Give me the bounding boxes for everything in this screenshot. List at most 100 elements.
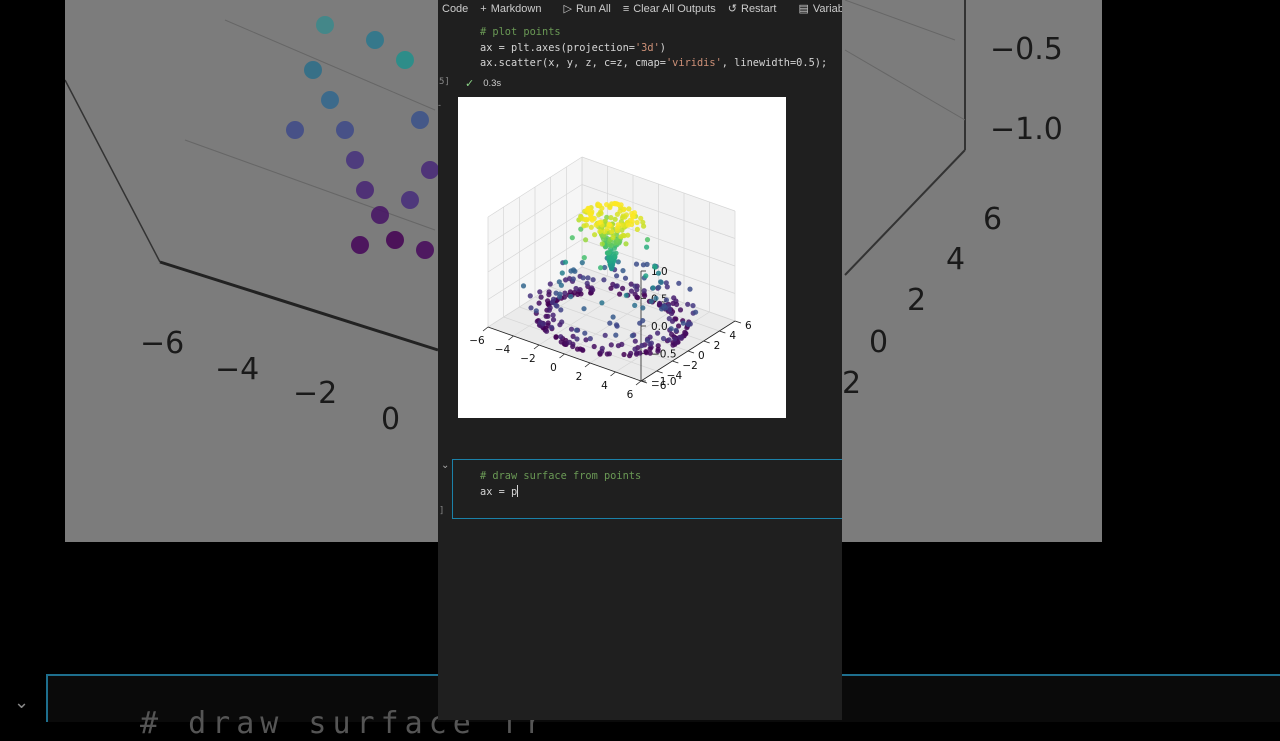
x-tick-label: −4: [495, 344, 511, 356]
scatter-point: [520, 283, 527, 289]
y-tick: [687, 350, 695, 354]
checkmark-icon: ✓: [465, 78, 475, 90]
scatter-point: [568, 268, 574, 274]
scatter-point: [629, 333, 635, 339]
scatter-point: [608, 215, 614, 221]
variables-button[interactable]: ▤ Variab: [798, 2, 842, 16]
scatter-point: [614, 273, 620, 279]
scatter-point: [557, 294, 563, 300]
scatter-point: [673, 327, 679, 333]
scatter-point: [593, 222, 599, 228]
cell-2-source[interactable]: # draw surface from points ax = p: [480, 469, 641, 500]
add-markdown-button[interactable]: + Markdown: [480, 3, 541, 15]
z-tick-label: −1.0: [651, 376, 677, 388]
scatter-point: [643, 273, 649, 279]
scatter-point: [554, 303, 560, 309]
scatter-point: [533, 308, 539, 314]
scatter-point: [613, 332, 619, 338]
scatter-point: [546, 292, 552, 298]
scatter-point: [614, 323, 620, 329]
scatter-point: [672, 336, 678, 342]
scatter-point: [676, 323, 682, 329]
scatter-point: [680, 320, 686, 326]
y-tick-label: 0: [698, 350, 705, 362]
scatter-point: [653, 295, 659, 301]
scatter-point: [597, 228, 603, 235]
scatter-point: [657, 300, 663, 306]
scatter-point: [634, 219, 640, 226]
scatter-point: [602, 332, 608, 338]
code-button[interactable]: Code: [442, 3, 468, 15]
cell-2-editor[interactable]: # draw surface from points ax = p: [452, 459, 842, 519]
scatter-point: [623, 241, 629, 247]
scatter-point: [670, 342, 676, 348]
scatter-point: [562, 259, 569, 265]
scatter-point: [660, 335, 667, 342]
scatter-point: [633, 261, 640, 267]
restart-button[interactable]: ↺ Restart: [728, 2, 777, 16]
scatter-point: [634, 226, 640, 232]
chevron-down-icon[interactable]: ⌄: [441, 460, 449, 471]
scatter-point: [596, 212, 602, 218]
scatter-point: [537, 289, 543, 295]
scatter-point: [559, 270, 565, 276]
scatter-point: [585, 275, 591, 281]
x-tick-label: −2: [520, 353, 535, 365]
scatter-point: [550, 312, 556, 318]
scatter-point: [546, 307, 552, 313]
x-tick: [610, 371, 616, 377]
scatter-point: [618, 234, 624, 240]
scatter-point: [614, 211, 620, 217]
scatter-point: [617, 291, 623, 297]
scatter-point: [655, 348, 661, 354]
scatter-point: [642, 293, 648, 299]
scatter-point: [591, 343, 597, 350]
scatter-point: [641, 223, 647, 229]
y-tick-label: 2: [714, 340, 721, 352]
scatter-point: [569, 235, 575, 241]
y-tick: [734, 320, 742, 324]
scatter-point: [607, 204, 613, 211]
cell-1-status: ✓ 0.3s: [465, 77, 501, 90]
scatter-point: [574, 336, 580, 342]
scatter-point: [580, 275, 586, 281]
scatter-point: [599, 241, 605, 247]
scatter-point: [553, 334, 559, 340]
clear-outputs-button[interactable]: ≡ Clear All Outputs: [623, 3, 716, 15]
scatter-point: [693, 309, 699, 315]
scatter-point: [588, 224, 594, 230]
scatter-point: [558, 334, 564, 340]
scatter-point: [587, 336, 593, 342]
code-line: ax.scatter(x, y, z, c=z, cmap='viridis',…: [480, 57, 828, 69]
scatter-point: [620, 285, 626, 291]
backdrop-tick: −1.0: [990, 112, 1063, 147]
text-cursor: [517, 484, 519, 497]
x-tick: [635, 380, 642, 386]
z-tick-label: −0.5: [651, 349, 677, 361]
scatter-point: [538, 294, 544, 300]
cell-1-source[interactable]: # plot points ax = plt.axes(projection='3…: [480, 25, 827, 72]
variables-icon: ▤: [798, 3, 809, 15]
clear-all-icon: ≡: [622, 2, 630, 15]
run-all-button[interactable]: ▷ Run All: [563, 2, 610, 16]
scatter-point: [608, 285, 614, 291]
scatter-point: [674, 301, 680, 307]
run-icon: ▷: [563, 3, 572, 15]
scatter-point: [641, 288, 647, 294]
scatter-point: [614, 228, 620, 234]
scatter-point: [599, 300, 605, 306]
scatter-point: [620, 268, 626, 274]
scatter-point: [579, 347, 585, 353]
scatter-point: [623, 292, 629, 298]
scatter-point: [628, 350, 634, 356]
scatter-point: [583, 237, 589, 243]
chevron-down-icon: ⌄: [14, 692, 30, 712]
scatter-point: [589, 285, 595, 291]
backdrop-tick: −4: [215, 352, 260, 387]
scatter-point: [637, 320, 643, 326]
scatter-point: [669, 331, 675, 337]
scatter-point: [622, 214, 628, 220]
scatter-point: [656, 284, 662, 290]
scatter-point: [687, 286, 693, 292]
x-tick: [584, 362, 591, 368]
